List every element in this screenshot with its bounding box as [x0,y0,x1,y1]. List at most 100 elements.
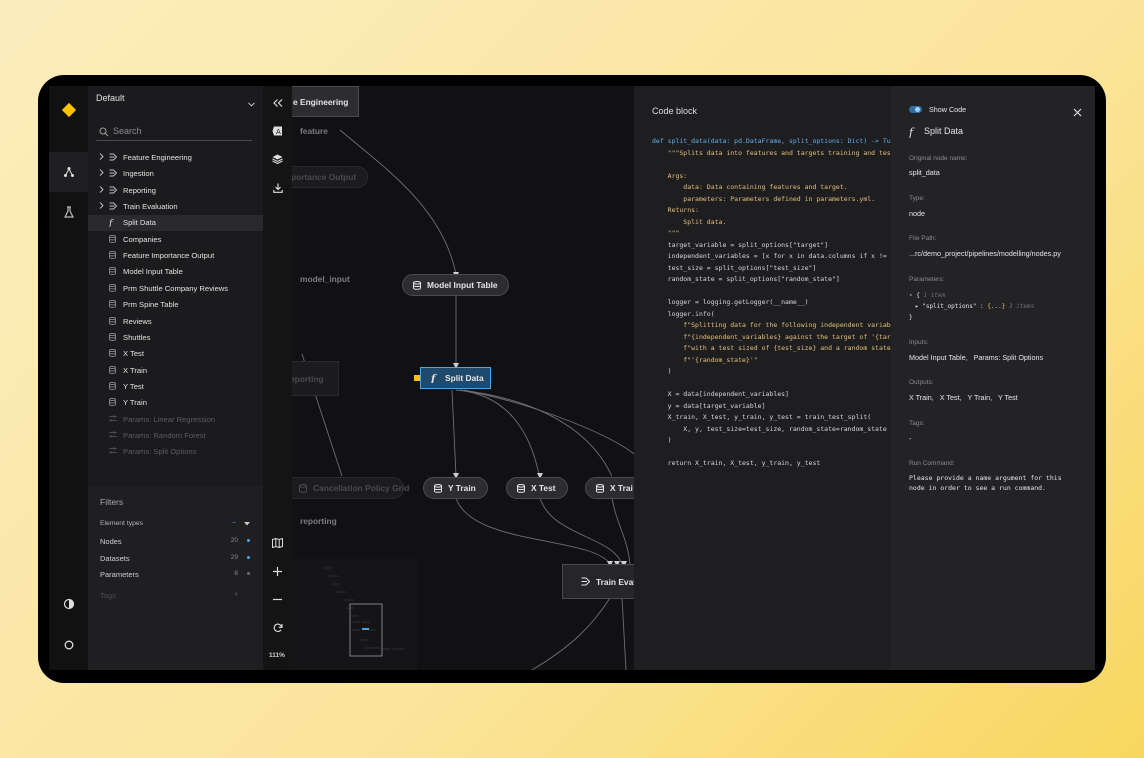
sidebar-item[interactable]: Feature Importance Output [88,248,263,264]
node-label: Model Input Table [427,280,498,290]
code-line: ) [652,436,672,444]
node-feature-importance-output[interactable]: portance Output [292,166,368,188]
search-input[interactable]: Search [96,125,252,141]
collapse-sidebar-button[interactable] [263,93,292,113]
sidebar-item-label: Prm Spine Table [123,300,179,310]
map-icon [272,538,283,548]
layer-label-feature: feature [300,126,328,136]
node-label: e Engineering [293,96,349,107]
sidebar-item[interactable]: Companies [88,232,263,248]
experiment-tracking-button[interactable] [49,192,88,232]
node-train-evaluation[interactable]: Train Evalu [562,564,634,599]
chevron-right-icon[interactable] [99,169,104,178]
sidebar-item[interactable]: Model Input Table [88,264,263,280]
node-label: Split Data [445,373,484,383]
filter-checkbox[interactable] [247,572,250,575]
filter-row[interactable]: Nodes 20 [100,537,250,546]
sidebar-item-label: Shuttles [123,332,151,342]
params-value-items: 3 items [1008,303,1035,310]
sidebar-item[interactable]: X Train [88,363,263,379]
node-feature-engineering[interactable]: e Engineering [292,86,359,117]
modular-pipeline-icon [109,202,118,212]
sidebar-item[interactable]: Params: Split Options [88,444,263,460]
toggle-layers-button[interactable] [263,149,292,169]
export-button[interactable] [263,178,292,198]
filter-row[interactable]: Datasets 29 [100,554,250,563]
parameters-tree[interactable]: ▾ { 1 item [909,292,945,299]
theme-toggle-button[interactable] [49,584,88,624]
minimap[interactable] [292,559,417,670]
chevron-down-icon[interactable] [244,522,250,526]
type-label: Type: [909,195,925,202]
sidebar-item[interactable]: Y Test [88,379,263,395]
parameters-entry[interactable]: ▸ "split_options" : {...} 3 items [915,303,1034,310]
sidebar-item[interactable]: Params: Linear Regression [88,412,263,428]
tags-count: 4 [234,591,238,598]
tags-row[interactable]: Tags 4 [100,591,250,600]
node-y-train[interactable]: Y Train [423,477,488,499]
close-icon[interactable] [1073,104,1082,122]
sidebar-item-label: Prm Shuttle Company Reviews [123,283,229,293]
toggle-all-icon[interactable]: – [232,519,236,526]
sidebar-item-label: X Train [123,365,148,375]
plus-icon [273,566,282,576]
parameters-close-brace: } [909,314,913,321]
sidebar-item[interactable]: X Test [88,346,263,362]
toggle-labels-button[interactable]: A [263,121,292,141]
filter-checkbox[interactable] [247,539,250,542]
node-model-input-table[interactable]: Model Input Table [402,274,509,296]
filter-count: 6 [234,570,238,577]
node-split-data[interactable]: f Split Data [420,367,491,389]
sidebar-item-label: Companies [123,234,162,244]
node-reporting[interactable]: eporting [292,361,339,396]
show-code-toggle[interactable] [909,106,922,113]
node-x-train[interactable]: X Trai [585,477,634,499]
sidebar-item[interactable]: Prm Shuttle Company Reviews [88,281,263,297]
minimap-toggle-button[interactable] [263,533,292,553]
flowchart-view-button[interactable] [49,152,88,192]
code-line: return X_train, X_test, y_train, y_test [652,459,821,467]
filter-row[interactable]: Parameters 6 [100,570,250,579]
dataset-icon [109,316,116,327]
sidebar-item-label: Reviews [123,316,152,326]
dataset-icon [109,300,116,310]
reset-zoom-button[interactable] [263,618,292,638]
element-types-row[interactable]: Element types – [100,519,250,527]
dataset-icon [596,483,604,493]
sidebar-item[interactable]: Shuttles [88,330,263,346]
sidebar-item[interactable]: Y Train [88,395,263,411]
sidebar-item[interactable]: Feature Engineering [88,150,263,166]
outputs-value: X Train, X Test, Y Train, Y Test [909,393,1018,402]
chevron-right-icon[interactable] [99,202,104,211]
code-panel-title: Code block [652,106,698,116]
sidebar-item[interactable]: Reviews [88,314,263,330]
sidebar-item-label: Train Evaluation [123,202,178,212]
zoom-level: 111% [269,652,285,659]
sidebar-item[interactable]: Reporting [88,183,263,199]
zoom-in-button[interactable] [263,561,292,581]
sidebar-item[interactable]: Train Evaluation [88,199,263,215]
flowchart-canvas[interactable]: feature model_input reporting e Engineer… [292,86,634,670]
svg-text:f: f [431,374,437,383]
zoom-out-button[interactable] [263,589,292,609]
dataset-icon [109,283,116,294]
chevron-down-icon[interactable] [248,94,255,112]
pipeline-select[interactable]: Default [96,93,125,103]
tags-value: - [909,434,912,443]
modular-pipeline-icon [581,577,590,586]
chevron-right-icon[interactable] [99,153,104,162]
sidebar-item[interactable]: Prm Spine Table [88,297,263,313]
function-icon: f [108,218,117,229]
sidebar-item[interactable]: f Split Data [88,215,263,232]
sidebar-item-label: Params: Split Options [123,447,197,457]
settings-button[interactable] [49,625,88,665]
node-cancellation-policy-grid[interactable]: Cancellation Policy Grid [292,477,409,499]
chevron-right-icon[interactable] [99,185,104,195]
code-line: logger.info( [652,309,715,318]
filter-checkbox[interactable] [247,555,250,559]
parameters-label: Parameters: [909,276,945,283]
sidebar-item[interactable]: Ingestion [88,166,263,182]
sidebar-item[interactable]: Params: Random Forest [88,428,263,444]
node-x-test[interactable]: X Test [506,477,568,499]
flowchart-icon [63,167,74,177]
